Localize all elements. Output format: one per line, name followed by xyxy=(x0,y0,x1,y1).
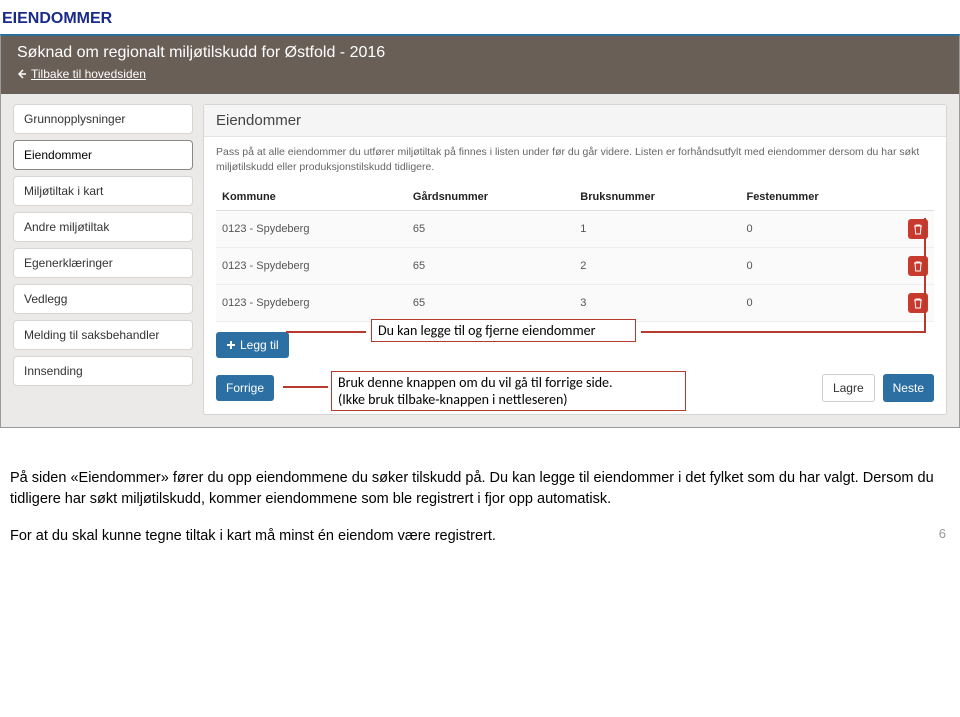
callout-line xyxy=(924,218,926,331)
cell-gard: 65 xyxy=(407,248,574,285)
col-kommune: Kommune xyxy=(216,184,407,211)
cell-feste: 0 xyxy=(740,211,902,248)
save-button-label: Lagre xyxy=(833,381,864,395)
sidebar-item-miljotiltak-kart[interactable]: Miljøtiltak i kart xyxy=(13,176,193,206)
document-heading: EIENDOMMER xyxy=(0,0,960,34)
cell-feste: 0 xyxy=(740,285,902,322)
app-header: Søknad om regionalt miljøtilskudd for Øs… xyxy=(1,36,959,94)
cell-feste: 0 xyxy=(740,248,902,285)
table-row: 0123 - Spydeberg 65 2 0 xyxy=(216,248,934,285)
add-property-button[interactable]: Legg til xyxy=(216,332,289,358)
sidebar-item-andre-miljotiltak[interactable]: Andre miljøtiltak xyxy=(13,212,193,242)
app-screenshot: Søknad om regionalt miljøtilskudd for Øs… xyxy=(0,34,960,428)
page-number: 6 xyxy=(939,526,946,541)
app-title: Søknad om regionalt miljøtilskudd for Øs… xyxy=(17,44,943,62)
sidebar-item-melding[interactable]: Melding til saksbehandler xyxy=(13,320,193,350)
col-gardsnummer: Gårdsnummer xyxy=(407,184,574,211)
col-bruksnummer: Bruksnummer xyxy=(574,184,740,211)
document-body: På siden «Eiendommer» fører du opp eiend… xyxy=(0,428,960,547)
panel-title: Eiendommer xyxy=(204,105,946,137)
body-paragraph-2: For at du skal kunne tegne tiltak i kart… xyxy=(10,526,950,547)
properties-table: Kommune Gårdsnummer Bruksnummer Festenum… xyxy=(216,184,934,322)
previous-button[interactable]: Forrige xyxy=(216,375,274,401)
callout-line xyxy=(283,386,328,388)
callout-prev-text: Bruk denne knappen om du vil gå til forr… xyxy=(331,371,686,411)
callout-line xyxy=(286,331,366,333)
save-button[interactable]: Lagre xyxy=(822,374,875,402)
cell-kommune: 0123 - Spydeberg xyxy=(216,285,407,322)
trash-icon xyxy=(913,297,923,309)
cell-kommune: 0123 - Spydeberg xyxy=(216,211,407,248)
cell-kommune: 0123 - Spydeberg xyxy=(216,248,407,285)
previous-button-label: Forrige xyxy=(226,381,264,395)
trash-icon xyxy=(913,260,923,272)
main-panel: Eiendommer Pass på at alle eiendommer du… xyxy=(203,104,947,415)
sidebar-item-vedlegg[interactable]: Vedlegg xyxy=(13,284,193,314)
sidebar-item-eiendommer[interactable]: Eiendommer xyxy=(13,140,193,170)
next-button-label: Neste xyxy=(893,381,924,395)
callout-prev-line1: Bruk denne knappen om du vil gå til forr… xyxy=(338,374,679,391)
callout-line xyxy=(641,331,926,333)
panel-intro-text: Pass på at alle eiendommer du utfører mi… xyxy=(216,145,934,174)
back-link-label: Tilbake til hovedsiden xyxy=(31,67,146,81)
col-festenummer: Festenummer xyxy=(740,184,902,211)
sidebar-item-grunnopplysninger[interactable]: Grunnopplysninger xyxy=(13,104,193,134)
sidebar-item-egenerklaringer[interactable]: Egenerklæringer xyxy=(13,248,193,278)
next-button[interactable]: Neste xyxy=(883,374,934,402)
body-paragraph-1: På siden «Eiendommer» fører du opp eiend… xyxy=(10,468,950,510)
cell-gard: 65 xyxy=(407,285,574,322)
plus-icon xyxy=(226,340,236,350)
cell-bruk: 2 xyxy=(574,248,740,285)
callout-prev-line2: (Ikke bruk tilbake-knappen i nettleseren… xyxy=(338,391,679,408)
add-button-label: Legg til xyxy=(240,338,279,352)
trash-icon xyxy=(913,223,923,235)
cell-bruk: 3 xyxy=(574,285,740,322)
sidebar-item-innsending[interactable]: Innsending xyxy=(13,356,193,386)
table-row: 0123 - Spydeberg 65 1 0 xyxy=(216,211,934,248)
arrow-left-icon xyxy=(17,69,27,79)
back-to-main-link[interactable]: Tilbake til hovedsiden xyxy=(17,67,146,81)
cell-gard: 65 xyxy=(407,211,574,248)
cell-bruk: 1 xyxy=(574,211,740,248)
table-row: 0123 - Spydeberg 65 3 0 xyxy=(216,285,934,322)
callout-add-text: Du kan legge til og fjerne eiendommer xyxy=(371,319,636,342)
sidebar-nav: Grunnopplysninger Eiendommer Miljøtiltak… xyxy=(13,104,193,415)
